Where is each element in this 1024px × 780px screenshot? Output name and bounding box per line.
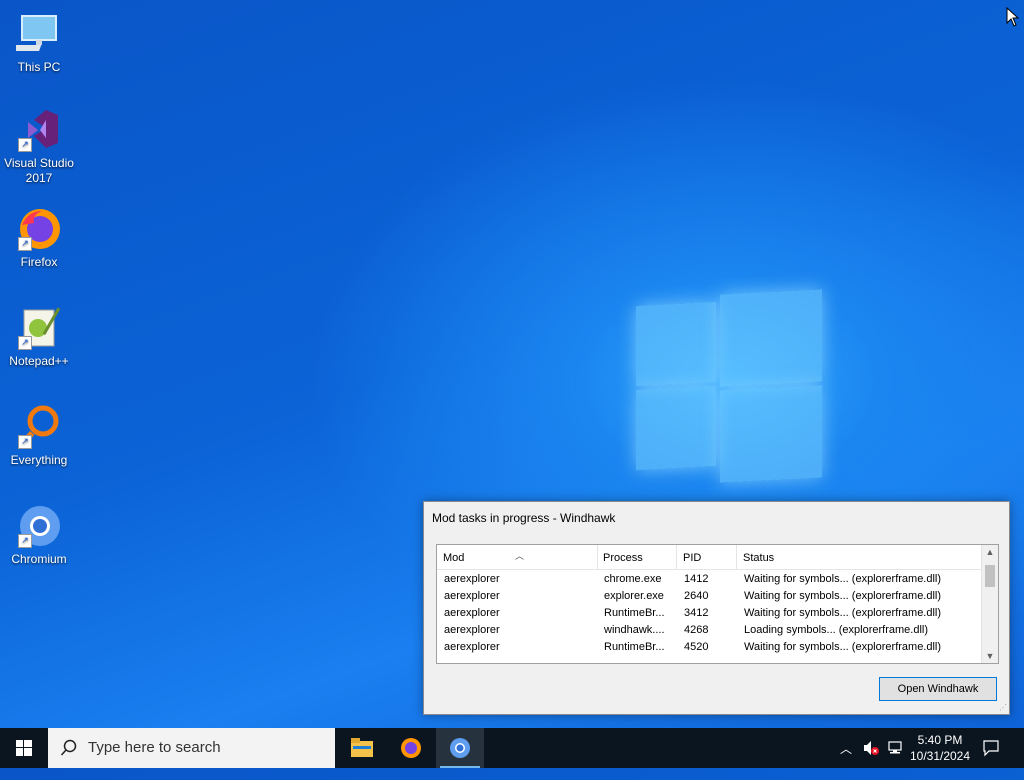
notification-center-icon[interactable] — [982, 739, 1000, 779]
search-placeholder: Type here to search — [88, 739, 221, 756]
desktop-icon-everything[interactable]: ↗ Everything — [0, 403, 78, 468]
cell-pid: 2640 — [684, 590, 709, 602]
notepad-plus-plus-icon: ↗ — [16, 304, 62, 350]
resize-grip-icon[interactable]: ⋰ — [999, 703, 1007, 712]
desktop-icon-label: Firefox — [20, 255, 58, 269]
windows-start-icon — [16, 740, 32, 756]
cell-pid: 4268 — [684, 624, 709, 636]
taskbar-clock[interactable]: 5:40 PM 10/31/2024 — [904, 732, 976, 764]
everything-search-icon: ↗ — [16, 403, 62, 449]
dialog-title: Mod tasks in progress - Windhawk — [432, 511, 616, 525]
mouse-cursor-icon — [1006, 7, 1020, 27]
show-hidden-icons-icon[interactable]: ︿ — [840, 740, 852, 780]
desktop-icon-label: Visual Studio 2017 — [4, 156, 74, 185]
column-header-status[interactable]: Status — [737, 545, 982, 569]
volume-muted-icon[interactable] — [862, 740, 880, 780]
visual-studio-icon: ↗ — [16, 106, 62, 152]
file-explorer-icon — [351, 738, 373, 757]
cell-process: RuntimeBr... — [604, 641, 665, 653]
list-scrollbar[interactable]: ▲ ▼ — [981, 545, 998, 663]
shortcut-arrow-icon: ↗ — [18, 336, 32, 350]
desktop-icon-notepad-plus-plus[interactable]: ↗ Notepad++ — [0, 304, 78, 369]
desktop-icon-label: This PC — [17, 60, 61, 74]
list-header: Mod ︿ Process PID Status — [437, 545, 982, 570]
tasks-list-view[interactable]: Mod ︿ Process PID Status aerexplorer chr… — [436, 544, 999, 664]
desktop-icon-label: Everything — [10, 453, 68, 467]
desktop-icon-visual-studio[interactable]: ↗ Visual Studio 2017 — [0, 106, 78, 186]
cell-process: chrome.exe — [604, 573, 662, 585]
chromium-icon — [450, 738, 470, 758]
open-windhawk-button[interactable]: Open Windhawk — [879, 677, 997, 701]
cell-status: Loading symbols... (explorerframe.dll) — [744, 624, 929, 636]
shortcut-arrow-icon: ↗ — [18, 138, 32, 152]
clock-time: 5:40 PM — [917, 733, 963, 747]
scroll-up-icon[interactable]: ▲ — [982, 547, 998, 557]
desktop-icon-chromium[interactable]: ↗ Chromium — [0, 502, 78, 567]
desktop-icon-label: Notepad++ — [9, 354, 69, 368]
search-icon — [60, 739, 77, 756]
cell-mod: aerexplorer — [444, 573, 500, 585]
cell-status: Waiting for symbols... (explorerframe.dl… — [744, 590, 942, 602]
cell-pid: 1412 — [684, 573, 709, 585]
cell-status: Waiting for symbols... (explorerframe.dl… — [744, 641, 942, 653]
scroll-down-icon[interactable]: ▼ — [982, 651, 998, 661]
desktop-icon-this-pc[interactable]: This PC — [0, 10, 78, 75]
table-row[interactable]: aerexplorer chrome.exe 1412 Waiting for … — [437, 571, 982, 588]
clock-date: 10/31/2024 — [909, 749, 971, 763]
windows-wallpaper-logo — [636, 289, 822, 483]
table-row[interactable]: aerexplorer explorer.exe 2640 Waiting fo… — [437, 588, 982, 605]
table-row[interactable]: aerexplorer RuntimeBr... 4520 Waiting fo… — [437, 639, 982, 656]
cell-mod: aerexplorer — [444, 624, 500, 636]
column-header-pid[interactable]: PID — [677, 545, 737, 569]
chromium-icon: ↗ — [16, 502, 62, 548]
cell-status: Waiting for symbols... (explorerframe.dl… — [744, 607, 942, 619]
shortcut-arrow-icon: ↗ — [18, 237, 32, 251]
network-icon[interactable] — [886, 740, 904, 780]
table-row[interactable]: aerexplorer windhawk.... 4268 Loading sy… — [437, 622, 982, 639]
firefox-icon: ↗ — [16, 205, 62, 251]
shortcut-arrow-icon: ↗ — [18, 534, 32, 548]
desktop-icon-firefox[interactable]: ↗ Firefox — [0, 205, 78, 270]
table-row[interactable]: aerexplorer RuntimeBr... 3412 Waiting fo… — [437, 605, 982, 622]
sort-ascending-icon: ︿ — [515, 551, 525, 561]
cell-pid: 4520 — [684, 641, 709, 653]
taskbar-chromium[interactable] — [436, 728, 484, 768]
cell-pid: 3412 — [684, 607, 709, 619]
cell-mod: aerexplorer — [444, 607, 500, 619]
taskbar-firefox[interactable] — [387, 728, 435, 768]
firefox-icon — [401, 738, 421, 758]
start-button[interactable] — [0, 728, 48, 768]
cell-process: RuntimeBr... — [604, 607, 665, 619]
taskbar: Type here to search ︿ 5:40 PM 10/31/2024 — [0, 728, 1024, 768]
cell-status: Waiting for symbols... (explorerframe.dl… — [744, 573, 942, 585]
scroll-thumb[interactable] — [985, 565, 995, 587]
taskbar-file-explorer[interactable] — [338, 728, 386, 768]
cell-mod: aerexplorer — [444, 641, 500, 653]
windhawk-tasks-dialog: Mod tasks in progress - Windhawk Mod ︿ P… — [423, 501, 1010, 715]
cell-mod: aerexplorer — [444, 590, 500, 602]
taskbar-search-box[interactable]: Type here to search — [48, 728, 335, 768]
cell-process: explorer.exe — [604, 590, 664, 602]
shortcut-arrow-icon: ↗ — [18, 435, 32, 449]
column-header-mod[interactable]: Mod ︿ — [437, 545, 598, 569]
column-header-process[interactable]: Process — [597, 545, 677, 569]
cell-process: windhawk.... — [604, 624, 665, 636]
this-pc-icon — [11, 10, 62, 56]
desktop-icon-label: Chromium — [11, 552, 67, 566]
